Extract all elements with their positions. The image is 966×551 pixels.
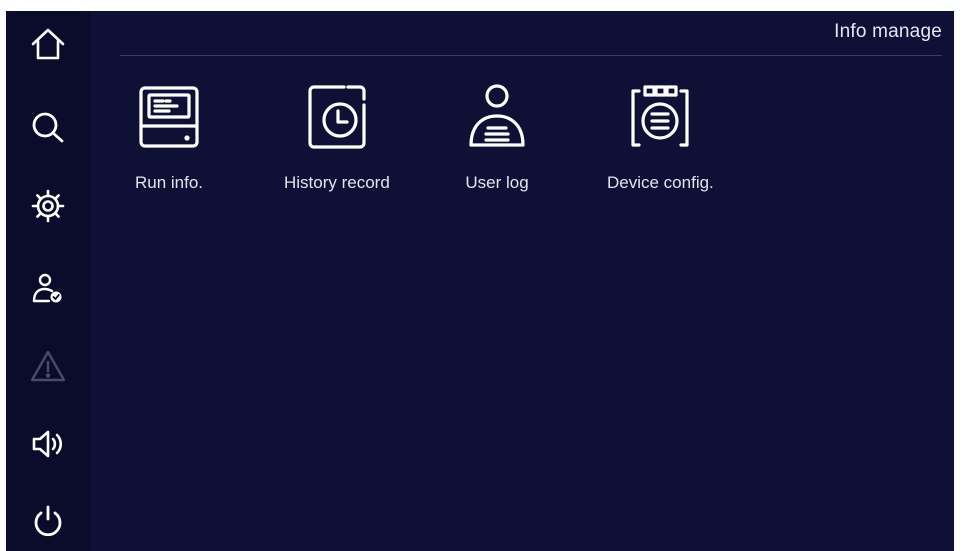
history-clock-icon [308,85,366,149]
sidebar-item-sound[interactable] [21,417,75,471]
sidebar-item-power[interactable] [21,495,75,549]
tile-history-record-label: History record [284,173,390,192]
home-icon [31,28,65,60]
gear-icon [31,189,65,223]
sidebar-item-search[interactable] [21,101,75,155]
tile-history-record[interactable]: History record [284,77,390,193]
sidebar-item-alarm[interactable] [21,339,75,393]
tile-run-info-label: Run info. [134,173,204,192]
sidebar-item-user[interactable] [21,261,75,315]
speaker-icon [32,430,63,458]
search-icon [32,112,64,143]
tile-user-log-label: User log [465,173,529,192]
header-divider [120,55,942,56]
tile-device-config-label: Device config. [607,173,714,192]
page-title: Info manage [834,21,942,42]
info-manage-screen: Info manage Run info. History record Use… [6,11,954,551]
warning-icon [30,350,66,382]
user-check-icon [32,273,62,303]
sidebar-item-home[interactable] [21,17,75,71]
run-info-icon [139,86,199,148]
tile-user-log[interactable]: User log [462,77,532,193]
user-log-icon [469,84,525,147]
sidebar [6,11,90,551]
tile-run-info[interactable]: Run info. [134,77,204,193]
tile-device-config[interactable]: Device config. [607,77,714,193]
device-config-icon [631,85,689,147]
sidebar-item-settings[interactable] [21,179,75,233]
power-icon [34,505,62,537]
